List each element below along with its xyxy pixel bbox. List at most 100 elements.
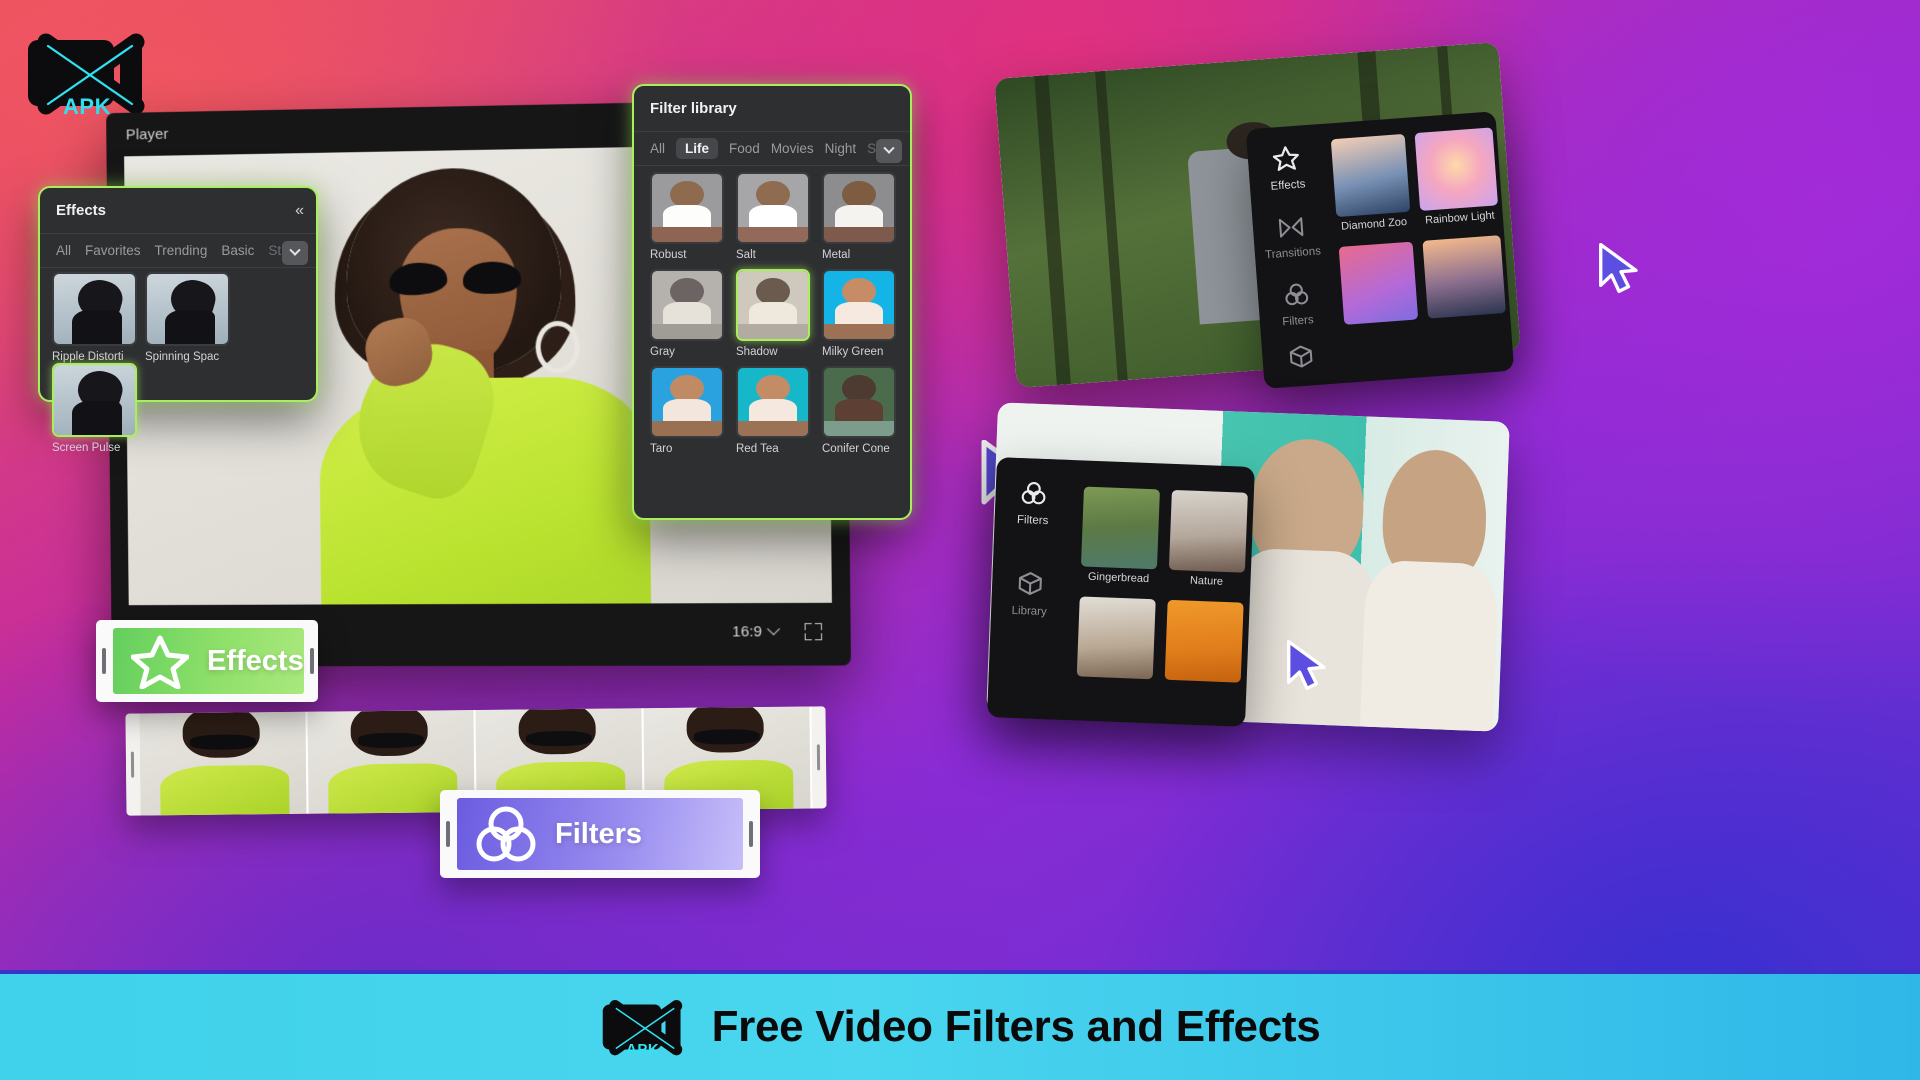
tab-filter-life[interactable]: Life	[676, 138, 719, 159]
timeline-handle-right[interactable]	[811, 706, 827, 809]
mockup-bottom-grid: Gingerbread Nature	[1075, 477, 1248, 721]
mockup-filter-label: Gingerbread	[1087, 570, 1150, 586]
mockup-effect-item[interactable]	[1422, 235, 1506, 322]
mockup-filter-item[interactable]: Gingerbread	[1080, 486, 1160, 586]
filter-item[interactable]: Salt	[736, 172, 810, 261]
aspect-ratio-selector[interactable]: 16:9	[732, 622, 781, 640]
mockup-effect-thumbnail[interactable]	[1422, 235, 1506, 319]
timeline-handle-left[interactable]	[125, 713, 141, 816]
filter-thumbnail[interactable]	[822, 172, 896, 244]
fullscreen-icon[interactable]	[804, 622, 823, 640]
rail-label: Transitions	[1264, 245, 1322, 262]
filter-tabs: All Life Food Movies Night S..	[634, 132, 910, 165]
mockup-filter-label	[1165, 684, 1241, 687]
effect-label: Spinning Spac	[145, 351, 220, 363]
mockup-effect-item[interactable]	[1338, 241, 1419, 329]
mockup-filter-thumbnail[interactable]	[1080, 486, 1160, 570]
effects-ribbon-label: Effects	[207, 644, 304, 677]
rail-item-library[interactable]	[1262, 341, 1340, 376]
filters-ribbon-badge[interactable]: Filters	[440, 790, 760, 878]
filter-item[interactable]: Conifer Cone	[822, 366, 896, 455]
filter-item[interactable]: Metal	[822, 172, 896, 261]
filter-tabs-expand-button[interactable]	[876, 139, 902, 163]
filter-item[interactable]: Gray	[650, 269, 724, 358]
tab-filter-movies[interactable]: Movies	[771, 141, 814, 156]
mockup-filter-thumbnail[interactable]	[1164, 599, 1244, 683]
rail-item-transitions[interactable]: Transitions	[1252, 214, 1331, 262]
filter-thumbnail[interactable]	[822, 269, 896, 341]
filter-thumbnail[interactable]	[650, 172, 724, 244]
tab-effects-basic[interactable]: Basic	[221, 243, 254, 258]
filter-item-selected[interactable]: Shadow	[736, 269, 810, 358]
mockup-effect-thumbnail[interactable]	[1338, 241, 1419, 325]
filter-thumbnail[interactable]	[650, 269, 724, 341]
filter-item[interactable]: Taro	[650, 366, 724, 455]
chevron-down-icon	[289, 244, 301, 256]
effect-label: Screen Pulse	[52, 442, 121, 454]
effect-label: Ripple Distorti	[52, 351, 124, 363]
tab-filter-night[interactable]: Night	[825, 141, 857, 156]
mockup-filter-item[interactable]: Nature	[1168, 489, 1248, 589]
aspect-ratio-value: 16:9	[732, 622, 762, 640]
star-outline-icon	[131, 635, 189, 689]
mockup-filter-label: Nature	[1189, 574, 1224, 588]
filter-thumbnail[interactable]	[736, 172, 810, 244]
mockup-effect-label: Rainbow Light	[1424, 209, 1496, 227]
mockup-effect-label	[1428, 317, 1506, 323]
effect-thumbnail[interactable]	[145, 272, 230, 346]
mockup-effect-item[interactable]: Diamond Zoo	[1330, 133, 1412, 233]
timeline-clip[interactable]	[139, 711, 309, 816]
ribbon-handle-right	[304, 620, 321, 702]
mockup-bottom-rail: Filters Library	[987, 457, 1074, 720]
tab-filter-all[interactable]: All	[650, 141, 665, 156]
rail-item-filters[interactable]: Filters	[1257, 280, 1336, 330]
filter-item[interactable]: Red Tea	[736, 366, 810, 455]
bottom-banner: APK Free Video Filters and Effects	[0, 970, 1920, 1080]
filter-thumbnail[interactable]	[650, 366, 724, 438]
effect-thumbnail[interactable]	[52, 272, 137, 346]
chevron-down-icon	[767, 622, 781, 635]
mockup-filter-item[interactable]	[1164, 599, 1244, 687]
mockup-filter-thumbnail[interactable]	[1168, 489, 1248, 573]
star-outline-icon	[1272, 146, 1300, 171]
mockup-filter-thumbnail[interactable]	[1076, 596, 1156, 680]
mockup-bottom-editor-panel: Filters Library Gingerbread Nature	[987, 457, 1255, 727]
mockup-effect-item[interactable]: Rainbow Light	[1414, 127, 1500, 227]
effect-item-selected[interactable]: Screen Pulse	[52, 363, 137, 454]
rail-item-library[interactable]: Library	[991, 569, 1069, 619]
effects-ribbon-badge[interactable]: Effects	[96, 620, 318, 702]
mockup-effect-thumbnail[interactable]	[1414, 127, 1499, 211]
filter-library-panel: Filter library All Life Food Movies Nigh…	[632, 84, 912, 520]
brand-logo: APK	[24, 18, 150, 128]
mockup-effect-label: Diamond Zoo	[1340, 215, 1408, 233]
effects-panel: Effects « All Favorites Trending Basic S…	[38, 186, 318, 454]
effects-tabs-expand-button[interactable]	[282, 241, 308, 265]
collapse-left-icon[interactable]: «	[295, 202, 304, 220]
effect-thumbnail[interactable]	[52, 363, 137, 437]
filter-thumbnail[interactable]	[736, 269, 810, 341]
rail-label: Filters	[1281, 314, 1315, 329]
filter-thumbnail[interactable]	[822, 366, 896, 438]
filter-thumbnail[interactable]	[736, 366, 810, 438]
effect-item[interactable]: Spinning Spac	[145, 272, 230, 363]
tab-effects-all[interactable]: All	[56, 243, 71, 258]
chevron-down-icon	[883, 142, 895, 154]
mockup-effect-label	[1345, 323, 1419, 328]
mockup-filter-item[interactable]	[1076, 596, 1156, 683]
ribbon-handle-right	[743, 790, 760, 878]
tab-effects-trending[interactable]: Trending	[155, 243, 208, 258]
effect-item[interactable]: Ripple Distorti	[52, 272, 137, 363]
effects-grid: Ripple Distorti Spinning Spac Screen Pul…	[40, 268, 316, 466]
tab-effects-favorites[interactable]: Favorites	[85, 243, 141, 258]
rail-label: Effects	[1270, 178, 1306, 193]
rail-item-filters[interactable]: Filters	[994, 479, 1072, 528]
filter-item[interactable]: Robust	[650, 172, 724, 261]
rail-item-effects[interactable]: Effects	[1247, 142, 1326, 194]
rail-label: Filters	[1016, 513, 1049, 528]
mockup-effect-thumbnail[interactable]	[1330, 133, 1411, 218]
ribbon-handle-left	[96, 620, 113, 702]
tab-filter-food[interactable]: Food	[729, 141, 760, 156]
filter-item[interactable]: Milky Green	[822, 269, 896, 358]
filter-label: Milky Green	[822, 346, 884, 358]
three-circles-icon	[1021, 482, 1046, 505]
